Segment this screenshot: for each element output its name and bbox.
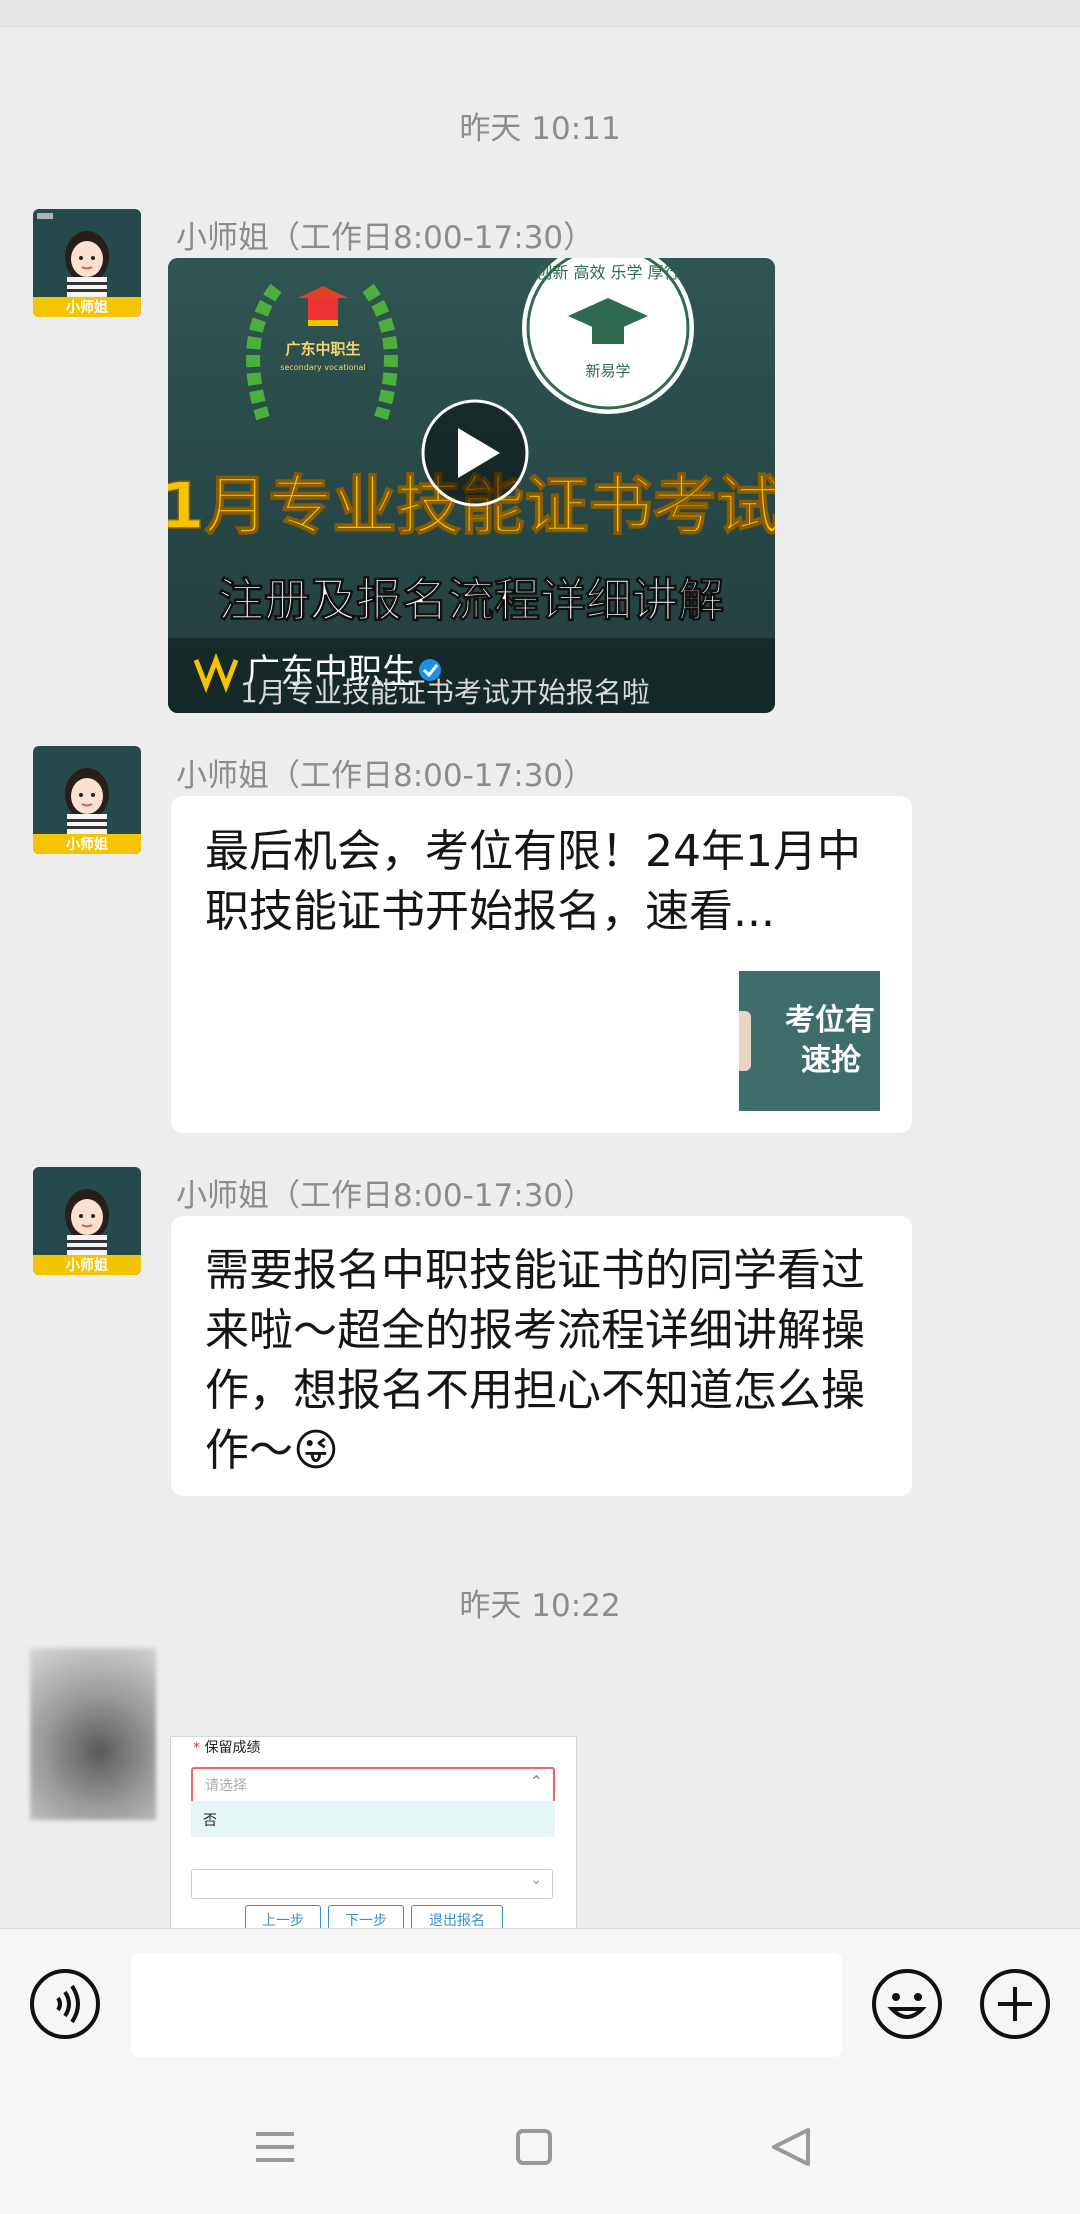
badge-right-name: 新易学	[585, 362, 630, 380]
form-field-label: * 保留成绩	[193, 1740, 261, 1756]
menu-button[interactable]	[240, 2112, 310, 2182]
home-icon	[516, 2129, 552, 2165]
form-select-2: ⌄	[191, 1869, 553, 1899]
select-placeholder: 请选择	[205, 1778, 247, 1794]
prev-step-button: 上一步	[245, 1905, 321, 1929]
blurred-avatar[interactable]	[30, 1648, 156, 1820]
next-step-button: 下一步	[328, 1905, 404, 1929]
voice-icon	[30, 1969, 100, 2039]
home-button[interactable]	[499, 2112, 569, 2182]
link-card-title: 最后机会，考位有限！24年1月中职技能证书开始报名，速看...	[205, 826, 861, 937]
plus-icon	[980, 1969, 1050, 2039]
tongue-emoji-icon: 😜	[293, 1425, 339, 1476]
form-select: 请选择 ⌃	[191, 1767, 555, 1803]
option-text: 否	[203, 1813, 217, 1829]
timestamp: 昨天 10:22	[459, 1588, 621, 1624]
video-message[interactable]: 广东中职生 secondary vocational 创新 高效 乐学 厚行 新…	[168, 258, 775, 713]
top-edge	[0, 0, 1080, 27]
thumb-line2: 速抢	[801, 1043, 861, 1078]
link-card-thumbnail: 考位有 速抢	[739, 971, 880, 1111]
timestamp: 昨天 10:11	[459, 111, 621, 147]
badge-right-ring: 创新 高效 乐学 厚行	[536, 263, 679, 282]
video-caption: 1月专业技能证书考试开始报名啦	[240, 676, 650, 709]
exit-register-button: 退出报名	[411, 1905, 503, 1929]
link-card[interactable]: 最后机会，考位有限！24年1月中职技能证书开始报名，速看... 考位有 速抢	[171, 796, 912, 1133]
avatar[interactable]: 小师姐	[33, 746, 141, 854]
back-button[interactable]	[756, 2112, 826, 2182]
avatar-label: 小师姐	[66, 836, 108, 853]
thumb-line1: 考位有	[785, 1003, 875, 1038]
more-button[interactable]	[978, 1967, 1052, 2041]
voice-button[interactable]	[28, 1967, 102, 2041]
sender-name: 小师姐（工作日8:00-17:30）	[176, 758, 595, 794]
avatar-label: 小师姐	[66, 1257, 108, 1274]
chevron-up-icon: ⌃	[529, 1772, 543, 1791]
text-message[interactable]: 需要报名中职技能证书的同学看过来啦～超全的报考流程详细讲解操作，想报名不用担心不…	[171, 1216, 912, 1496]
menu-icon	[256, 2132, 294, 2162]
sender-name: 小师姐（工作日8:00-17:30）	[176, 1178, 595, 1214]
sender-name: 小师姐（工作日8:00-17:30）	[176, 220, 595, 256]
emoji-icon	[872, 1969, 942, 2039]
avatar-label: 小师姐	[66, 299, 108, 316]
badge-left-sub: secondary vocational	[280, 363, 365, 372]
video-subheadline: 注册及报名流程详细讲解	[218, 573, 724, 627]
message-text: 需要报名中职技能证书的同学看过来啦～超全的报考流程详细讲解操作，想报名不用担心不…	[205, 1241, 882, 1481]
play-icon	[421, 399, 529, 507]
emoji-button[interactable]	[870, 1967, 944, 2041]
badge-left-text: 广东中职生	[285, 340, 360, 358]
image-message[interactable]: * 保留成绩 请选择 ⌃ 否 ⌄ 上一步 下一步 退出报名	[170, 1736, 577, 1930]
input-bar	[0, 1928, 1080, 2079]
avatar[interactable]: 小师姐	[33, 209, 141, 317]
back-icon	[772, 2128, 810, 2166]
avatar[interactable]: 小师姐	[33, 1167, 141, 1275]
message-input[interactable]	[131, 1953, 842, 2057]
select-option: 否	[191, 1801, 555, 1837]
system-nav-bar	[0, 2078, 1080, 2214]
chevron-down-icon: ⌄	[530, 1872, 542, 1888]
